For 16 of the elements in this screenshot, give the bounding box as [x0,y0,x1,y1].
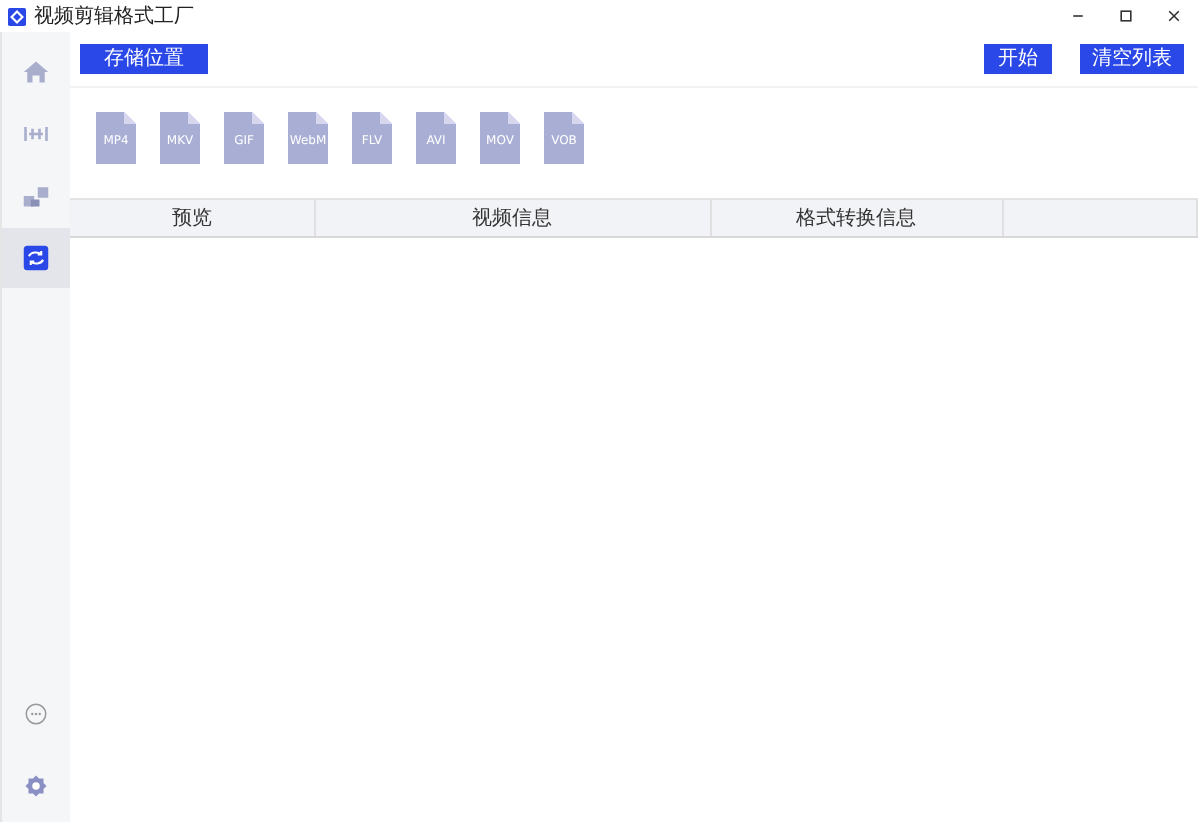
maximize-icon[interactable] [1118,8,1134,24]
settings-icon[interactable] [24,774,48,798]
start-button[interactable]: 开始 [984,44,1052,74]
column-header: 预览 [171,206,212,232]
clear-list-button[interactable]: 清空列表 [1080,44,1184,74]
column-header: 格式转换信息 [796,205,917,232]
sidebar-item[interactable] [2,228,70,288]
blocks-icon [22,182,50,210]
more-icon[interactable] [24,702,48,726]
close-icon[interactable] [1166,8,1182,24]
column-header: 视频信息 [472,205,553,232]
save-location-button[interactable]: 存储位置 [80,44,208,74]
home-icon [22,58,50,86]
app-logo-icon [8,7,26,25]
convert-icon [22,244,50,272]
window-title: 视频剪辑格式工厂 [34,3,194,30]
